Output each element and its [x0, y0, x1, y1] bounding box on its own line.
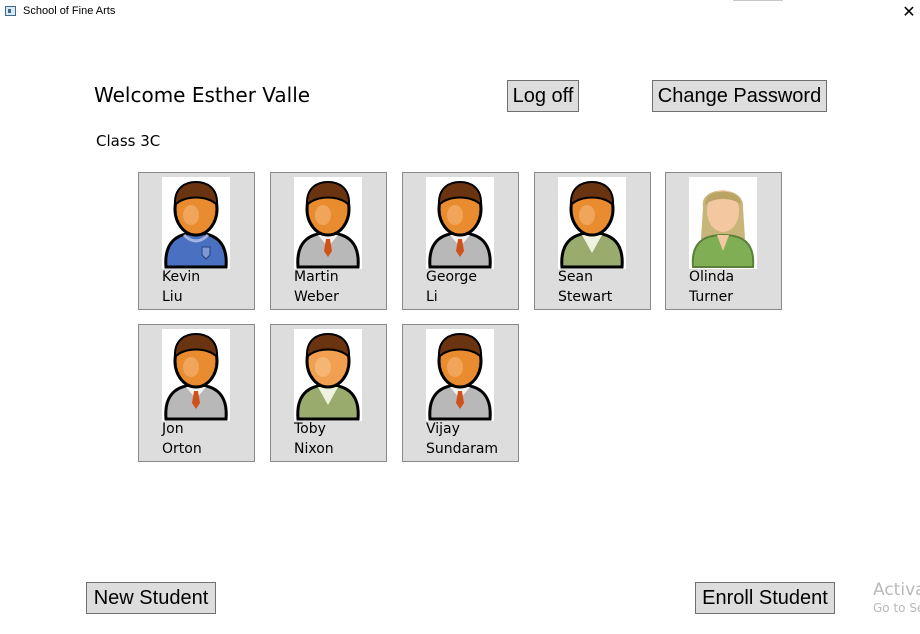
title-bar: School of Fine Arts ✕: [0, 0, 920, 24]
boy-grey-suit-icon: [294, 177, 362, 269]
app-window-icon: [5, 6, 16, 16]
student-last-name: Orton: [162, 441, 202, 457]
boy-green-jacket-icon: [558, 177, 626, 269]
boy-grey-suit-icon: [162, 329, 230, 421]
student-card-martin[interactable]: Martin Weber: [270, 172, 387, 310]
new-student-button[interactable]: New Student: [86, 582, 216, 614]
window-title: School of Fine Arts: [23, 5, 116, 17]
boy-grey-suit-icon: [426, 177, 494, 269]
student-last-name: Turner: [689, 289, 734, 305]
welcome-message: Welcome Esther Valle: [94, 83, 311, 107]
student-first-name: Jon: [162, 421, 184, 437]
student-card-jon[interactable]: Jon Orton: [138, 324, 255, 462]
close-icon[interactable]: ✕: [898, 1, 920, 23]
student-first-name: George: [426, 269, 478, 285]
student-last-name: Li: [426, 289, 438, 305]
activate-windows-watermark: Activate Windows Go to Settings to activ…: [873, 580, 920, 616]
student-card-kevin[interactable]: Kevin Liu: [138, 172, 255, 310]
watermark-line2: Go to Settings to activate Windows.: [873, 601, 920, 615]
change-password-button[interactable]: Change Password: [652, 80, 827, 112]
watermark-line1: Activate Windows: [873, 580, 920, 600]
student-first-name: Kevin: [162, 269, 201, 285]
student-last-name: Liu: [162, 289, 183, 305]
student-card-olinda[interactable]: Olinda Turner: [665, 172, 782, 310]
student-last-name: Stewart: [558, 289, 613, 305]
student-card-toby[interactable]: Toby Nixon: [270, 324, 387, 462]
logoff-button[interactable]: Log off: [507, 80, 579, 112]
student-card-sean[interactable]: Sean Stewart: [534, 172, 651, 310]
student-last-name: Weber: [294, 289, 339, 305]
boy-grey-suit-icon: [426, 329, 494, 421]
girl-green-top-icon: [689, 177, 757, 269]
student-last-name: Nixon: [294, 441, 334, 457]
student-first-name: Vijay: [426, 421, 460, 437]
student-first-name: Toby: [294, 421, 326, 437]
student-card-george[interactable]: George Li: [402, 172, 519, 310]
title-bar-divider: [733, 0, 783, 1]
class-label: Class 3C: [96, 132, 161, 150]
student-card-vijay[interactable]: Vijay Sundaram: [402, 324, 519, 462]
boy-blue-sweater-icon: [162, 177, 230, 269]
student-first-name: Olinda: [689, 269, 735, 285]
student-first-name: Sean: [558, 269, 593, 285]
enroll-student-button[interactable]: Enroll Student: [695, 582, 835, 614]
student-first-name: Martin: [294, 269, 339, 285]
student-last-name: Sundaram: [426, 441, 499, 457]
boy-green-jacket-icon: [294, 329, 362, 421]
